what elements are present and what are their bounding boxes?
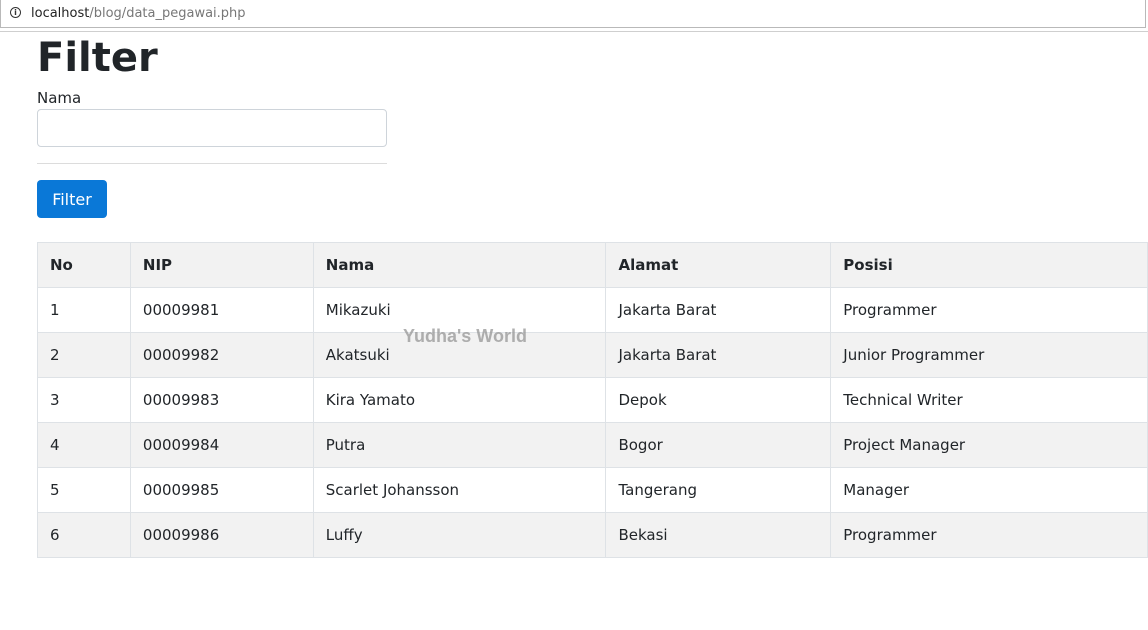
- cell-nip: 00009985: [130, 468, 313, 513]
- cell-alamat: Bogor: [606, 423, 831, 468]
- cell-no: 2: [38, 333, 131, 378]
- cell-alamat: Tangerang: [606, 468, 831, 513]
- cell-no: 5: [38, 468, 131, 513]
- employee-table: No NIP Nama Alamat Posisi 1 00009981 Mik…: [37, 242, 1148, 558]
- cell-nama: Scarlet Johansson: [313, 468, 606, 513]
- cell-posisi: Programmer: [831, 288, 1148, 333]
- table-row: 2 00009982 Akatsuki Jakarta Barat Junior…: [38, 333, 1148, 378]
- cell-nip: 00009983: [130, 378, 313, 423]
- cell-nama: Akatsuki: [313, 333, 606, 378]
- cell-nama: Luffy: [313, 513, 606, 558]
- cell-nama: Kira Yamato: [313, 378, 606, 423]
- filter-button[interactable]: Filter: [37, 180, 107, 218]
- cell-nip: 00009984: [130, 423, 313, 468]
- table-row: 3 00009983 Kira Yamato Depok Technical W…: [38, 378, 1148, 423]
- page-title: Filter: [37, 36, 158, 80]
- cell-posisi: Junior Programmer: [831, 333, 1148, 378]
- cell-posisi: Programmer: [831, 513, 1148, 558]
- header-nip: NIP: [130, 243, 313, 288]
- table-row: 6 00009986 Luffy Bekasi Programmer: [38, 513, 1148, 558]
- header-nama: Nama: [313, 243, 606, 288]
- url-host: localhost: [31, 6, 89, 21]
- cell-alamat: Jakarta Barat: [606, 333, 831, 378]
- url-path: /blog/data_pegawai.php: [89, 6, 245, 21]
- cell-no: 6: [38, 513, 131, 558]
- cell-posisi: Manager: [831, 468, 1148, 513]
- address-bar[interactable]: i localhost/blog/data_pegawai.php: [0, 0, 1146, 28]
- url-text[interactable]: localhost/blog/data_pegawai.php: [31, 6, 246, 21]
- cell-no: 1: [38, 288, 131, 333]
- cell-no: 3: [38, 378, 131, 423]
- header-no: No: [38, 243, 131, 288]
- name-label: Nama: [37, 89, 81, 107]
- cell-no: 4: [38, 423, 131, 468]
- cell-nip: 00009986: [130, 513, 313, 558]
- table-header-row: No NIP Nama Alamat Posisi: [38, 243, 1148, 288]
- name-input[interactable]: [37, 109, 387, 147]
- cell-nama: Putra: [313, 423, 606, 468]
- cell-posisi: Technical Writer: [831, 378, 1148, 423]
- table-row: 5 00009985 Scarlet Johansson Tangerang M…: [38, 468, 1148, 513]
- page-top-divider: [0, 31, 1148, 32]
- cell-posisi: Project Manager: [831, 423, 1148, 468]
- form-divider: [37, 163, 387, 164]
- cell-nip: 00009982: [130, 333, 313, 378]
- table-row: 1 00009981 Mikazuki Jakarta Barat Progra…: [38, 288, 1148, 333]
- info-icon[interactable]: i: [10, 7, 21, 18]
- cell-alamat: Jakarta Barat: [606, 288, 831, 333]
- cell-nip: 00009981: [130, 288, 313, 333]
- cell-alamat: Depok: [606, 378, 831, 423]
- table-row: 4 00009984 Putra Bogor Project Manager: [38, 423, 1148, 468]
- cell-nama: Mikazuki: [313, 288, 606, 333]
- cell-alamat: Bekasi: [606, 513, 831, 558]
- header-posisi: Posisi: [831, 243, 1148, 288]
- header-alamat: Alamat: [606, 243, 831, 288]
